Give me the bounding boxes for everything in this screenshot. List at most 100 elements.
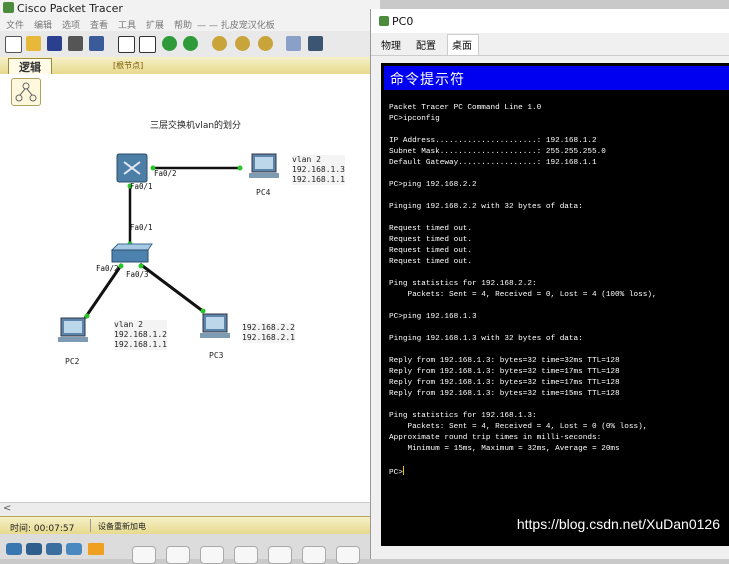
- pc0-window: PC0 物理 配置 桌面 命令提示符 Packet Tracer PC Comm…: [370, 9, 729, 559]
- print-icon[interactable]: [68, 36, 83, 51]
- pc0-title-bar: PC0: [371, 9, 729, 33]
- auto-connection-tool-icon[interactable]: [132, 546, 156, 564]
- port-dot: [237, 165, 243, 171]
- save-icon[interactable]: [47, 36, 62, 51]
- terminal-line: Approximate round trip times in milli-se…: [389, 434, 602, 442]
- menu-options[interactable]: 选项: [62, 18, 80, 31]
- connections-category-icon[interactable]: [88, 543, 104, 555]
- menu-view[interactable]: 查看: [90, 18, 108, 31]
- tab-physical[interactable]: 物理: [381, 37, 401, 52]
- terminal-line: Request timed out.: [389, 225, 473, 233]
- workspace-bar: 逻辑 [根节点]: [0, 57, 370, 75]
- power-cycle-button[interactable]: 设备重新加电: [98, 521, 146, 532]
- menu-extensions[interactable]: 扩展: [146, 18, 164, 31]
- terminal-line: IP Address......................: 192.16…: [389, 137, 597, 145]
- terminal-line: Default Gateway.................: 192.16…: [389, 159, 597, 167]
- topology-nav-icon: [15, 82, 37, 102]
- status-bar: 时间: 00:07:57 设备重新加电: [0, 516, 370, 535]
- command-prompt-panel[interactable]: 命令提示符 Packet Tracer PC Command Line 1.0 P…: [381, 63, 729, 546]
- simulation-time: 时间: 00:07:57: [10, 524, 75, 534]
- palette-icon[interactable]: [286, 36, 301, 51]
- zoom-in-icon[interactable]: [212, 36, 227, 51]
- menu-bar: 文件 编辑 选项 查看 工具 扩展 帮助 — — 扎皮宠汉化板: [0, 16, 380, 31]
- text-cursor: [402, 466, 404, 475]
- terminal-line: Reply from 192.168.1.3: bytes=32 time=15…: [389, 390, 620, 398]
- zoom-reset-icon[interactable]: [235, 36, 250, 51]
- terminal-line: PC>ping 192.168.2.2: [389, 181, 477, 189]
- root-node-label: [根节点]: [113, 61, 144, 70]
- link-switch-pc3: [139, 262, 205, 314]
- command-prompt-title: 命令提示符: [390, 72, 465, 88]
- terminal-line: Reply from 192.168.1.3: bytes=32 time=32…: [389, 357, 620, 365]
- scroll-left-arrow-icon[interactable]: <: [3, 503, 11, 514]
- logical-workspace-tab[interactable]: 逻辑: [8, 58, 52, 74]
- pc2-icon: [58, 317, 88, 342]
- menu-tools[interactable]: 工具: [118, 18, 136, 31]
- terminal-line: Request timed out.: [389, 236, 473, 244]
- terminal-line: Request timed out.: [389, 258, 473, 266]
- redo-icon[interactable]: [183, 36, 198, 51]
- horizontal-scrollbar[interactable]: <: [0, 502, 370, 517]
- terminal-line: Pinging 192.168.1.3 with 32 bytes of dat…: [389, 335, 583, 343]
- terminal-line: Ping statistics for 192.168.2.2:: [389, 280, 537, 288]
- app-title: Cisco Packet Tracer: [17, 2, 123, 15]
- fiber-cable-icon[interactable]: [268, 546, 292, 564]
- command-prompt-header: 命令提示符: [384, 66, 729, 90]
- menu-help[interactable]: 帮助: [174, 18, 192, 31]
- menu-credit: — — 扎皮宠汉化板: [197, 21, 275, 31]
- coaxial-cable-icon[interactable]: [336, 546, 360, 564]
- port-label-sw-fa01: Fa0/1: [130, 223, 153, 232]
- pc4-icon: [249, 153, 279, 178]
- terminal-line: Ping statistics for 192.168.1.3:: [389, 412, 537, 420]
- terminal-line: Request timed out.: [389, 247, 473, 255]
- routers-category-icon[interactable]: [6, 543, 22, 555]
- port-label-sw-fa03: Fa0/3: [126, 270, 149, 279]
- port-dot: [200, 308, 206, 314]
- hubs-category-icon[interactable]: [46, 543, 62, 555]
- paste-icon[interactable]: [139, 36, 156, 53]
- logical-canvas[interactable]: 三层交换机vlan的划分 Fa0/2 Fa0/1 Fa0/1 Fa0/2 Fa0…: [0, 74, 370, 502]
- undo-icon[interactable]: [162, 36, 177, 51]
- open-folder-icon[interactable]: [26, 36, 41, 51]
- terminal-line: Packets: Sent = 4, Received = 0, Lost = …: [389, 291, 657, 299]
- pc3-icon: [200, 313, 230, 338]
- terminal-output[interactable]: Packet Tracer PC Command Line 1.0 PC>ipco…: [389, 103, 727, 477]
- device-type-bar: [0, 534, 380, 564]
- topology-diagram: [58, 153, 279, 342]
- tab-config[interactable]: 配置: [416, 37, 436, 52]
- custom-device-icon[interactable]: [308, 36, 323, 51]
- pc3-label: PC3: [209, 351, 224, 360]
- pc2-label: PC2: [65, 357, 80, 366]
- menu-file[interactable]: 文件: [6, 18, 24, 31]
- zoom-out-icon[interactable]: [258, 36, 273, 51]
- terminal-line: Packets: Sent = 4, Received = 4, Lost = …: [389, 423, 648, 431]
- new-file-icon[interactable]: [5, 36, 22, 53]
- pc2-note: vlan 2 192.168.1.2 192.168.1.1: [114, 320, 167, 350]
- menu-edit[interactable]: 编辑: [34, 18, 52, 31]
- wireless-category-icon[interactable]: [66, 543, 82, 555]
- terminal-line: Pinging 192.168.2.2 with 32 bytes of dat…: [389, 203, 583, 211]
- activity-wizard-icon[interactable]: [89, 36, 104, 51]
- port-label-ml-fa01: Fa0/1: [130, 182, 153, 191]
- switches-category-icon[interactable]: [26, 543, 42, 555]
- app-title-bar: Cisco Packet Tracer: [0, 0, 380, 16]
- cross-cable-icon[interactable]: [234, 546, 258, 564]
- straight-cable-icon[interactable]: [200, 546, 224, 564]
- terminal-line: Reply from 192.168.1.3: bytes=32 time=17…: [389, 379, 620, 387]
- port-label-ml-fa02: Fa0/2: [154, 169, 177, 178]
- console-cable-icon[interactable]: [166, 546, 190, 564]
- tab-desktop[interactable]: 桌面: [452, 37, 472, 52]
- phone-cable-icon[interactable]: [302, 546, 326, 564]
- navigation-panel-icon[interactable]: [11, 78, 41, 106]
- pc4-note: vlan 2 192.168.1.3 192.168.1.1: [292, 155, 345, 185]
- copy-icon[interactable]: [118, 36, 135, 53]
